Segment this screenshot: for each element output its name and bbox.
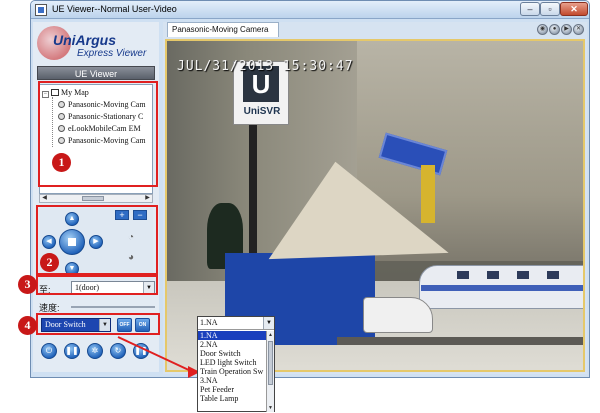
- dropdown-option[interactable]: Pet Feeder: [198, 385, 266, 394]
- speed-slider[interactable]: [71, 306, 155, 308]
- logo-sub-text: Express Viewer: [77, 48, 147, 59]
- annotation-box-4: [36, 313, 160, 335]
- window-title: UE Viewer--Normal User-Video: [52, 4, 177, 14]
- annotation-box-1: [38, 81, 158, 187]
- dropdown-option[interactable]: 3.NA: [198, 376, 266, 385]
- scene-track: [337, 337, 583, 345]
- dropdown-selected-value: 1.NA: [200, 318, 218, 327]
- switch-dropdown-popup[interactable]: 1.NA ▼ 1.NA 2.NA Door Switch LED light S…: [197, 316, 275, 412]
- annotation-number-3: 3: [18, 275, 37, 294]
- maximize-button[interactable]: ▫: [540, 2, 560, 16]
- scene-train-window: [517, 271, 529, 279]
- close-video-icon[interactable]: ✕: [573, 24, 584, 35]
- title-bar[interactable]: UE Viewer--Normal User-Video – ▫ ✕: [31, 1, 589, 19]
- record-icon[interactable]: ●: [549, 24, 560, 35]
- dropdown-option[interactable]: 2.NA: [198, 340, 266, 349]
- logo-main-text: UniArgus: [53, 32, 116, 48]
- close-button[interactable]: ✕: [560, 2, 588, 16]
- dropdown-option[interactable]: Table Lamp: [198, 394, 266, 403]
- scene-train-stripe: [421, 285, 583, 291]
- dropdown-scrollbar[interactable]: ▲ ▼: [266, 331, 274, 412]
- settings-icon[interactable]: ✲: [87, 343, 103, 359]
- app-icon: [35, 4, 47, 16]
- video-timestamp: JUL/31/2013 15:30:47: [177, 59, 354, 74]
- sign-text: UniSVR: [243, 106, 281, 117]
- dropdown-list[interactable]: 1.NA 2.NA Door Switch LED light Switch T…: [198, 331, 266, 412]
- chevron-down-icon[interactable]: ▼: [263, 317, 274, 329]
- ue-viewer-button[interactable]: UE Viewer: [37, 66, 155, 80]
- scene-train-window: [547, 271, 559, 279]
- dropdown-option[interactable]: LED light Switch: [198, 358, 266, 367]
- annotation-number-4: 4: [18, 316, 37, 335]
- scroll-thumb[interactable]: [82, 196, 104, 201]
- video-header: Panasonic-Moving Camera ◉ ● ▶ ✕: [163, 22, 587, 37]
- video-tab[interactable]: Panasonic-Moving Camera: [167, 22, 279, 37]
- scene-roof: [265, 157, 449, 260]
- logo: UniArgus Express Viewer: [37, 26, 155, 62]
- minimize-button[interactable]: –: [520, 2, 540, 16]
- next-icon[interactable]: ▶: [561, 24, 572, 35]
- annotation-number-2: 2: [40, 253, 59, 272]
- annotation-box-3: [36, 275, 158, 295]
- scroll-thumb[interactable]: [268, 341, 273, 385]
- dropdown-option[interactable]: Door Switch: [198, 349, 266, 358]
- speed-row: 速度:: [37, 300, 157, 314]
- snapshot-icon[interactable]: ◉: [537, 24, 548, 35]
- power-icon[interactable]: ⏻: [41, 343, 57, 359]
- dropdown-selected[interactable]: 1.NA ▼: [198, 317, 274, 330]
- annotation-number-1: 1: [52, 153, 71, 172]
- scene-train-front: [363, 297, 433, 333]
- tree-horizontal-scrollbar[interactable]: ◀ ▶: [39, 194, 153, 203]
- pause-icon[interactable]: ❚❚: [64, 343, 80, 359]
- dropdown-option[interactable]: Train Operation Sw: [198, 367, 266, 376]
- scroll-down-icon[interactable]: ▼: [267, 404, 274, 412]
- dropdown-option[interactable]: 1.NA: [198, 331, 266, 340]
- scroll-up-icon[interactable]: ▲: [267, 331, 274, 339]
- scroll-left-icon[interactable]: ◀: [40, 195, 49, 202]
- refresh-icon[interactable]: ↻: [110, 343, 126, 359]
- scroll-right-icon[interactable]: ▶: [143, 195, 152, 202]
- scene-train-window: [457, 271, 469, 279]
- scene-train-window: [487, 271, 499, 279]
